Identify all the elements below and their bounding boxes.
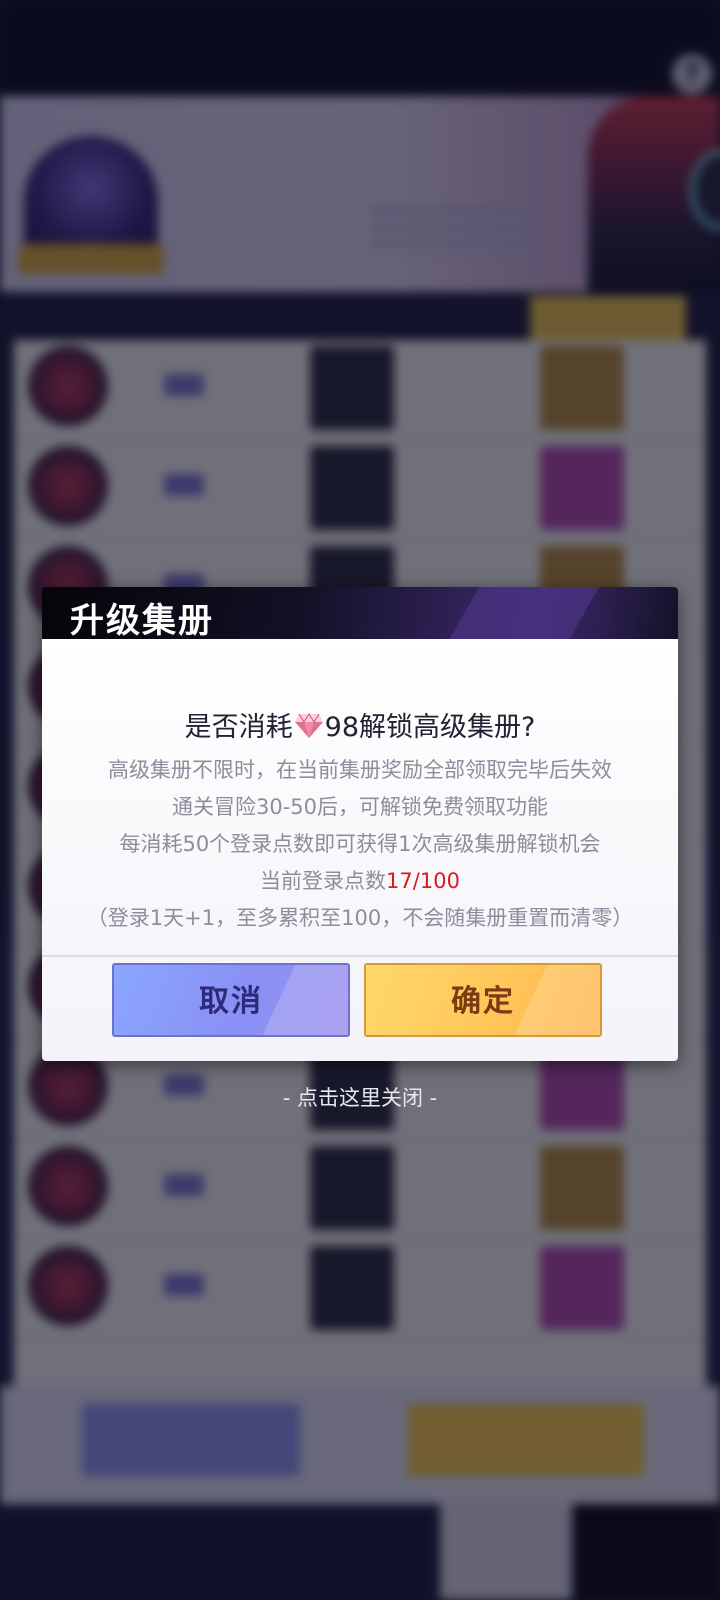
diamond-cost: 98 [324, 712, 359, 743]
confirm-button-label: 确定 [451, 984, 515, 1019]
dialog-divider [42, 955, 678, 957]
login-points-line: 当前登录点数17/100 [42, 865, 678, 895]
login-points-value: 17/100 [386, 869, 460, 893]
login-points-note: （登录1天+1，至多累积至100，不会随集册重置而清零） [86, 906, 634, 930]
cancel-button-label: 取消 [199, 984, 263, 1019]
confirm-button[interactable]: 确定 [364, 963, 602, 1037]
info-line: 高级集册不限时，在当前集册奖励全部领取完毕后失效 [108, 758, 612, 782]
dialog-title: 升级集册 [70, 601, 214, 641]
close-hint[interactable]: - 点击这里关闭 - [0, 1082, 720, 1112]
question-prefix: 是否消耗 [184, 712, 293, 743]
unlock-question: 是否消耗 98解锁高级集册? [42, 705, 678, 744]
dialog-header: 升级集册 [42, 587, 678, 667]
question-suffix: 解锁高级集册? [359, 712, 536, 743]
login-points-label: 当前登录点数 [260, 869, 387, 893]
upgrade-album-dialog: 升级集册 是否消耗 98解锁高级集册? 高级集册不限时，在当前集册奖励全部领取完… [42, 587, 678, 1061]
info-line: 通关冒险30-50后，可解锁免费领取功能 [171, 795, 549, 819]
cancel-button[interactable]: 取消 [112, 963, 350, 1037]
info-line: 每消耗50个登录点数即可获得1次高级集册解锁机会 [119, 832, 601, 856]
diamond-gem-icon [294, 713, 323, 738]
